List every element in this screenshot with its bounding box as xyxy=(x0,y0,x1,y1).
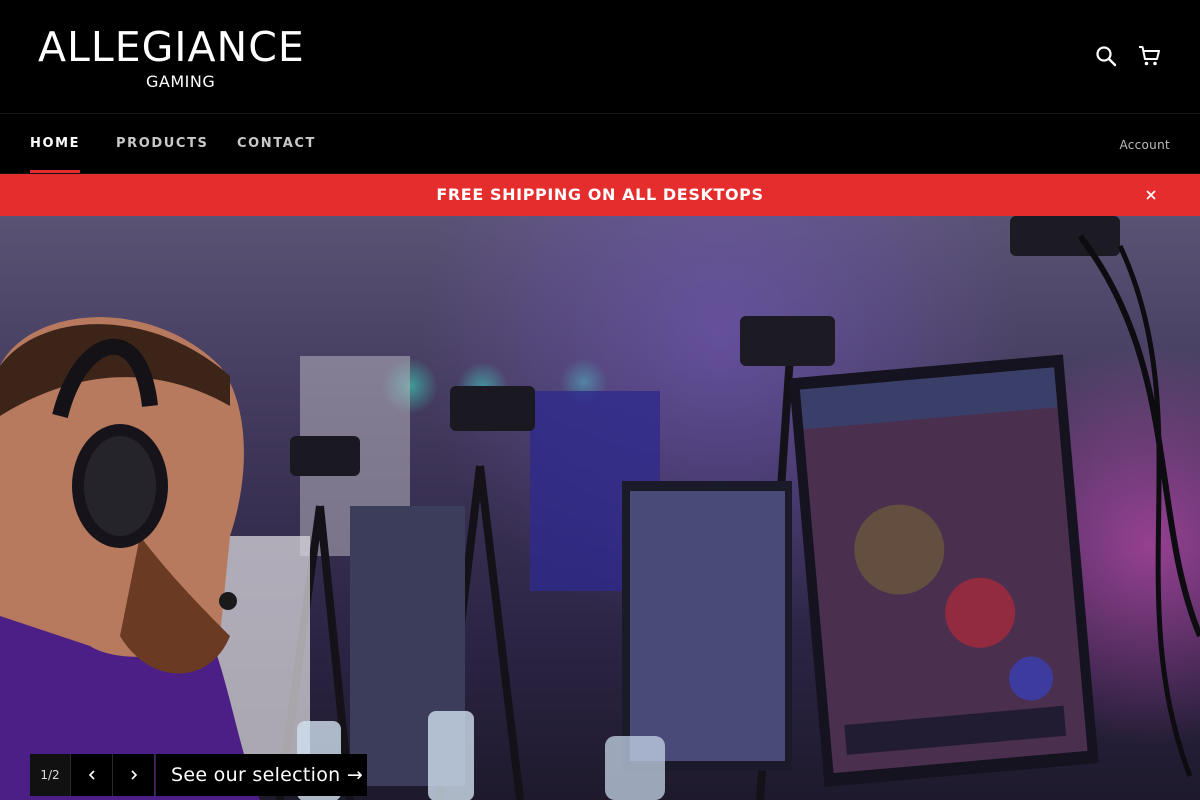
brand-logo[interactable]: ALLEGIANCE GAMING xyxy=(38,24,328,94)
close-icon[interactable] xyxy=(1142,186,1160,204)
announcement-text[interactable]: FREE SHIPPING ON ALL DESKTOPS xyxy=(0,174,1200,216)
prev-slide-button[interactable] xyxy=(70,754,112,796)
chevron-left-icon xyxy=(88,770,95,780)
nav-item-contact[interactable]: CONTACT xyxy=(237,136,316,174)
chevron-right-icon xyxy=(131,770,138,780)
nav-item-home[interactable]: HOME xyxy=(30,136,81,174)
logo-main-text: ALLEGIANCE xyxy=(38,23,305,71)
logo-sub-text: GAMING xyxy=(146,72,216,91)
site-header: ALLEGIANCE GAMING xyxy=(0,0,1200,114)
account-link[interactable]: Account xyxy=(1119,138,1170,152)
next-slide-button[interactable] xyxy=(112,754,154,796)
nav-item-products[interactable]: PRODUCTS xyxy=(116,136,209,174)
search-icon[interactable] xyxy=(1094,44,1118,68)
announcement-bar: FREE SHIPPING ON ALL DESKTOPS xyxy=(0,174,1200,216)
hero-image xyxy=(0,216,1200,800)
main-nav: HOME PRODUCTS CONTACT Account xyxy=(0,115,1200,174)
cart-icon[interactable] xyxy=(1138,44,1162,68)
see-selection-button[interactable]: See our selection → xyxy=(155,754,367,796)
page: ALLEGIANCE GAMING HOME PRODUCTS CONTACT … xyxy=(0,0,1200,800)
slide-counter: 1/2 xyxy=(30,754,70,796)
